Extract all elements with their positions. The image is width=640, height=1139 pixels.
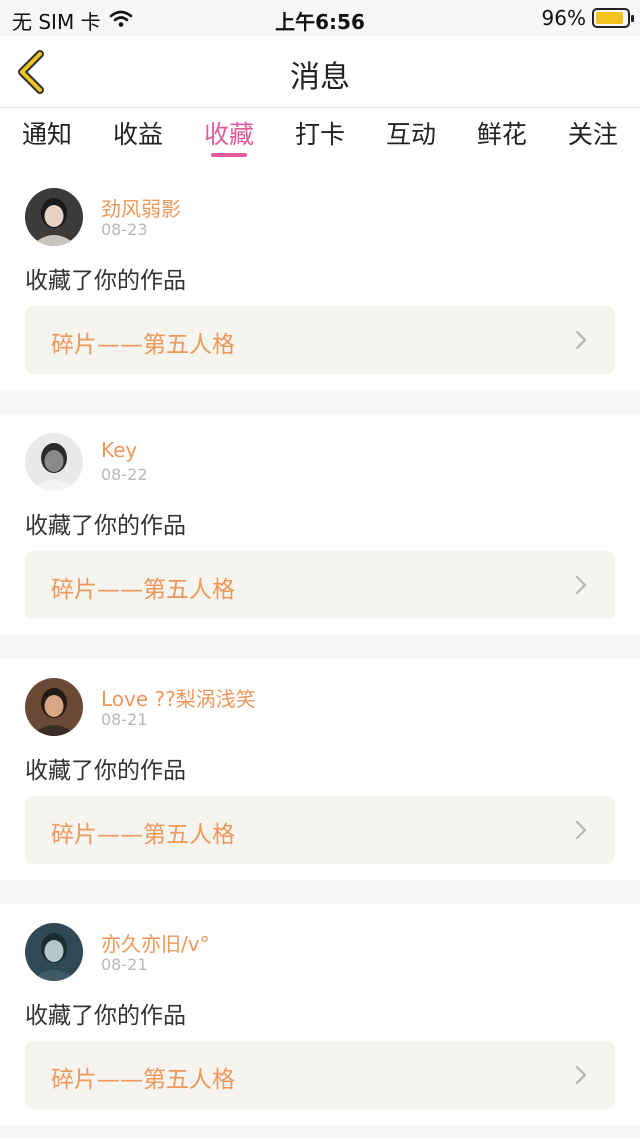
avatar[interactable] (25, 188, 83, 246)
avatar[interactable] (25, 923, 83, 981)
tab-2[interactable]: 收藏 (204, 109, 254, 169)
work-title: 碎片——第五人格 (51, 1067, 235, 1093)
tab-3[interactable]: 打卡 (295, 109, 345, 169)
work-title: 碎片——第五人格 (51, 577, 235, 603)
message-list: 劲风弱影 08-23 收藏了你的作品 碎片——第五人格 Key 08-22 收藏… (0, 169, 640, 1139)
page-title: 消息 (290, 60, 350, 95)
tab-4[interactable]: 互动 (386, 109, 436, 169)
user-name[interactable]: Love ??梨涡浅笑 (101, 683, 256, 712)
work-link[interactable]: 碎片——第五人格 (25, 306, 615, 374)
user-name[interactable]: 劲风弱影 (101, 193, 181, 222)
user-name[interactable]: Key (101, 438, 137, 462)
chevron-right-icon (575, 820, 587, 840)
tab-bar: 通知 收益 收藏 打卡 互动 鲜花 关注 (0, 109, 640, 169)
battery-percent: 96% (541, 6, 586, 30)
work-link[interactable]: 碎片——第五人格 (25, 1041, 615, 1109)
message-date: 08-21 (101, 955, 148, 974)
action-text: 收藏了你的作品 (25, 513, 186, 539)
work-link[interactable]: 碎片——第五人格 (25, 551, 615, 619)
list-item: Love ??梨涡浅笑 08-21 收藏了你的作品 碎片——第五人格 (0, 659, 640, 880)
message-date: 08-23 (101, 220, 148, 239)
tab-6[interactable]: 关注 (568, 109, 618, 169)
action-text: 收藏了你的作品 (25, 1003, 186, 1029)
chevron-right-icon (575, 575, 587, 595)
list-item: 劲风弱影 08-23 收藏了你的作品 碎片——第五人格 (0, 169, 640, 390)
work-link[interactable]: 碎片——第五人格 (25, 796, 615, 864)
chevron-right-icon (575, 1065, 587, 1085)
work-title: 碎片——第五人格 (51, 332, 235, 358)
chevron-right-icon (575, 330, 587, 350)
work-title: 碎片——第五人格 (51, 822, 235, 848)
message-date: 08-21 (101, 710, 148, 729)
list-item: 亦久亦旧/v° 08-21 收藏了你的作品 碎片——第五人格 (0, 904, 640, 1125)
action-text: 收藏了你的作品 (25, 268, 186, 294)
avatar[interactable] (25, 678, 83, 736)
tab-5[interactable]: 鲜花 (477, 109, 527, 169)
battery-icon (592, 8, 634, 28)
tab-0[interactable]: 通知 (22, 109, 72, 169)
avatar[interactable] (25, 433, 83, 491)
nav-bar: 消息 (0, 36, 640, 108)
tab-1[interactable]: 收益 (113, 109, 163, 169)
action-text: 收藏了你的作品 (25, 758, 186, 784)
message-date: 08-22 (101, 465, 148, 484)
status-bar: 无 SIM 卡 上午6:56 96% (0, 0, 640, 36)
list-item: Key 08-22 收藏了你的作品 碎片——第五人格 (0, 414, 640, 635)
user-name[interactable]: 亦久亦旧/v° (101, 928, 210, 957)
status-right: 96% (541, 6, 634, 30)
